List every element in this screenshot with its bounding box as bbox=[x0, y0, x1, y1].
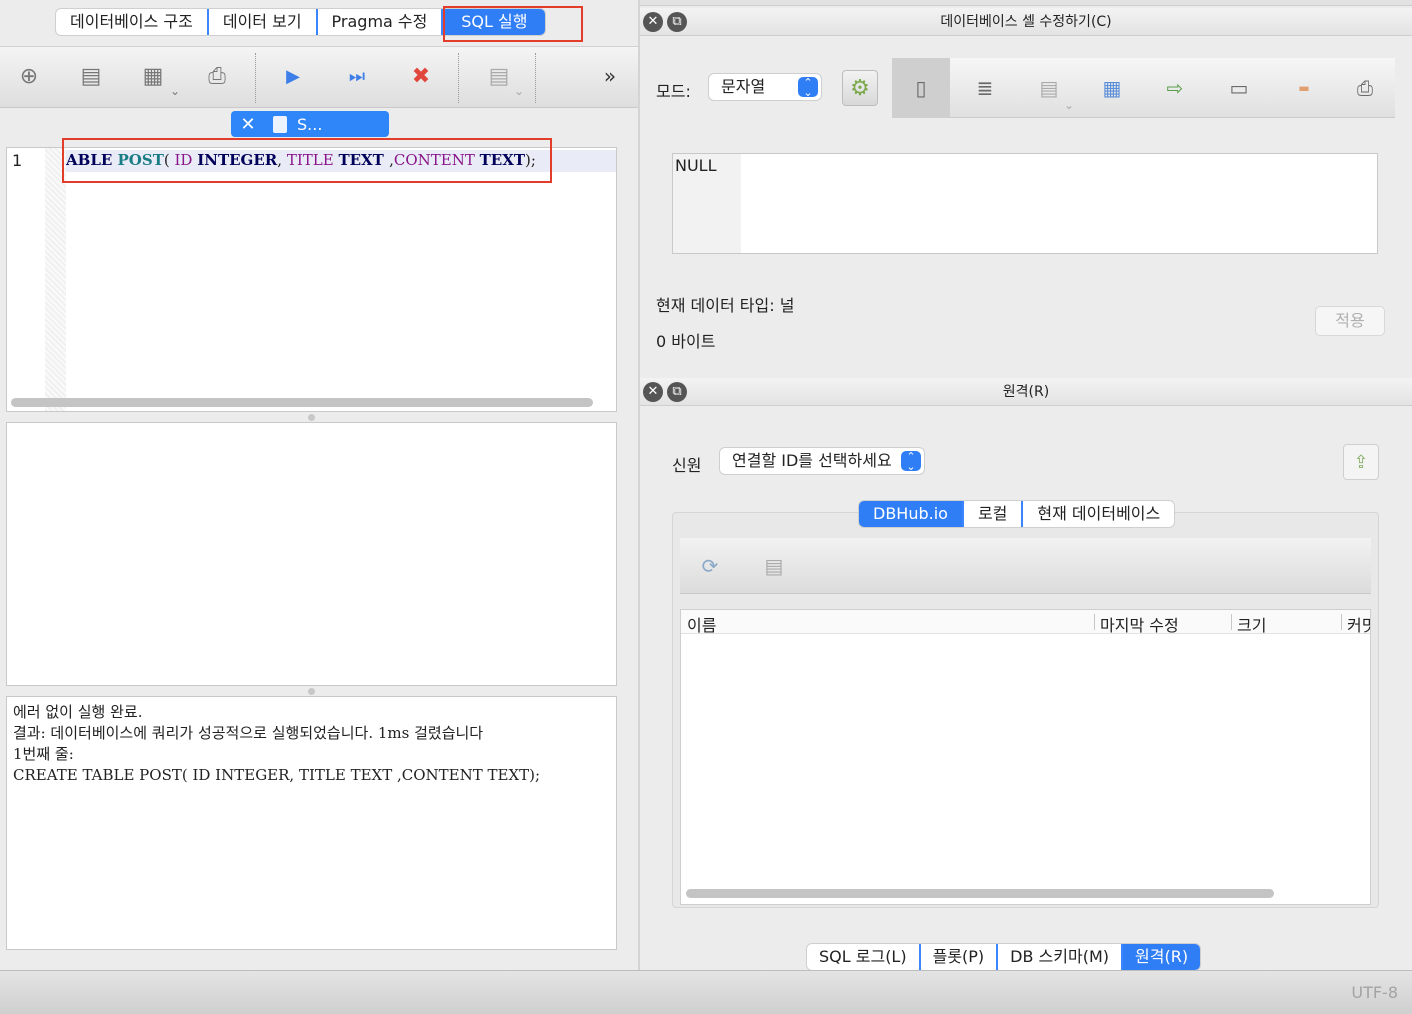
column-divider[interactable] bbox=[1231, 614, 1232, 630]
query-tab-label: S... bbox=[297, 114, 323, 134]
status-bar: UTF-8 bbox=[0, 970, 1412, 1014]
set-null-icon[interactable]: ⇨ bbox=[1161, 74, 1189, 102]
cell-editor[interactable]: NULL bbox=[672, 153, 1378, 254]
execute-all-icon[interactable]: ▶ bbox=[278, 61, 308, 91]
dock-tabs: SQL 로그(L) 플롯(P) DB 스키마(M) 원격(R) bbox=[806, 943, 1202, 971]
auto-switch-mode-button[interactable]: ⚙ bbox=[842, 70, 878, 106]
toolbar-separator bbox=[255, 53, 256, 103]
refresh-icon[interactable]: ⟳ bbox=[696, 552, 724, 580]
export-icon[interactable]: ▦ bbox=[1098, 74, 1126, 102]
identity-label: 신원 bbox=[672, 456, 702, 475]
sql-toolbar: ⊕ ▤ ▦ ⌄ ⎙ ▶ ⏭ ✖ ▤ ⌄ » bbox=[0, 46, 638, 108]
editor-scrollbar[interactable] bbox=[11, 398, 593, 407]
close-icon[interactable]: ✕ bbox=[237, 114, 259, 135]
close-icon[interactable]: ✕ bbox=[643, 12, 663, 32]
float-icon[interactable]: ⧉ bbox=[667, 382, 687, 402]
indent-icon[interactable]: ≣ bbox=[971, 74, 999, 102]
table-header: 이름 마지막 수정 크기 커밋 bbox=[681, 610, 1370, 636]
float-icon[interactable]: ⧉ bbox=[667, 12, 687, 32]
remote-title-bar: ✕ ⧉ 원격(R) bbox=[640, 378, 1412, 406]
gear-icon: ⚙ bbox=[850, 75, 870, 101]
close-icon[interactable]: ✕ bbox=[643, 382, 663, 402]
line-number-gutter: 1 bbox=[7, 148, 45, 411]
cell-toolbar: ▯ ≣ ▤ ⌄ ▦ ⇨ ▭ ▬ ⎙ bbox=[892, 58, 1395, 118]
message-line: 에러 없이 실행 완료. bbox=[13, 703, 143, 721]
tab-remote[interactable]: 원격(R) bbox=[1123, 944, 1201, 970]
mode-label: 모드: bbox=[656, 82, 691, 101]
tab-db-structure[interactable]: 데이터베이스 구조 bbox=[56, 9, 209, 35]
remote-file-table[interactable]: 이름 마지막 수정 크기 커밋 bbox=[680, 609, 1371, 905]
tab-pragma[interactable]: Pragma 수정 bbox=[318, 9, 444, 35]
edit-cell-title: 데이터베이스 셀 수정하기(C) bbox=[940, 14, 1112, 30]
clear-icon[interactable]: ▬ bbox=[1290, 74, 1318, 102]
column-header-name[interactable]: 이름 bbox=[687, 612, 716, 636]
open-sql-icon[interactable]: ▤ bbox=[76, 61, 106, 91]
message-line: 1번째 줄: bbox=[13, 745, 74, 763]
sql-editor[interactable]: 1 ABLE POST( ID INTEGER, TITLE TEXT ,CON… bbox=[6, 147, 617, 412]
execute-line-icon[interactable]: ⏭ bbox=[342, 61, 372, 91]
message-line: CREATE TABLE POST( ID INTEGER, TITLE TEX… bbox=[13, 766, 541, 784]
print-icon[interactable]: ⎙ bbox=[1351, 74, 1379, 102]
text-mode-icon[interactable]: ▯ bbox=[907, 74, 935, 102]
print-icon[interactable]: ⎙ bbox=[202, 61, 232, 91]
tab-dbhub[interactable]: DBHub.io bbox=[859, 501, 964, 527]
left-pane: 데이터베이스 구조 데이터 보기 Pragma 수정 SQL 실행 ⊕ ▤ ▦ … bbox=[0, 0, 638, 970]
remote-toolbar: ⟳ ▤ bbox=[680, 538, 1371, 594]
line-number: 1 bbox=[12, 151, 23, 170]
tab-sql-log[interactable]: SQL 로그(L) bbox=[807, 944, 921, 970]
copy-icon[interactable]: ▭ bbox=[1225, 74, 1253, 102]
document-icon bbox=[273, 115, 287, 133]
stop-icon[interactable]: ✖ bbox=[406, 61, 436, 91]
toolbar-separator bbox=[458, 53, 459, 103]
data-size-label: 0 바이트 bbox=[656, 332, 716, 351]
open-tab-icon[interactable]: ⊕ bbox=[14, 61, 44, 91]
query-tab[interactable]: ✕ S... bbox=[231, 111, 389, 137]
remote-title: 원격(R) bbox=[1002, 384, 1050, 400]
column-header-size[interactable]: 크기 bbox=[1237, 612, 1266, 636]
tab-plot[interactable]: 플롯(P) bbox=[921, 944, 999, 970]
pane-divider[interactable] bbox=[638, 0, 640, 970]
cell-value: NULL bbox=[675, 156, 717, 175]
fold-margin bbox=[45, 148, 66, 411]
column-header-commit[interactable]: 커밋 bbox=[1347, 612, 1370, 636]
toolbar-separator bbox=[535, 53, 536, 103]
remote-source-tabs: DBHub.io 로컬 현재 데이터베이스 bbox=[858, 500, 1176, 528]
edit-cell-title-bar: ✕ ⧉ 데이터베이스 셀 수정하기(C) bbox=[640, 8, 1412, 36]
tab-local[interactable]: 로컬 bbox=[964, 501, 1024, 527]
highlight-box-code bbox=[62, 138, 552, 183]
message-line: 결과: 데이터베이스에 쿼리가 성공적으로 실행되었습니다. 1ms 걸렸습니다 bbox=[13, 724, 484, 742]
chevron-down-icon[interactable]: ⌄ bbox=[1055, 98, 1083, 112]
splitter-handle[interactable] bbox=[308, 414, 315, 421]
highlight-box-sql-tab bbox=[443, 6, 583, 42]
chevron-down-icon[interactable]: ⌄ bbox=[160, 84, 190, 98]
select-arrows-icon: ⌃ ⌄ bbox=[901, 451, 921, 472]
tab-current-database[interactable]: 현재 데이터베이스 bbox=[1023, 501, 1174, 527]
tab-browse-data[interactable]: 데이터 보기 bbox=[209, 9, 318, 35]
data-type-label: 현재 데이터 타입: 널 bbox=[656, 296, 795, 315]
mode-select[interactable]: 문자열 ⌃ ⌄ bbox=[708, 73, 822, 101]
results-grid[interactable] bbox=[6, 422, 617, 686]
identity-select[interactable]: 연결할 ID를 선택하세요 ⌃ ⌄ bbox=[719, 447, 925, 475]
remote-push-button[interactable]: ⇪ bbox=[1343, 444, 1379, 480]
splitter-handle[interactable] bbox=[308, 688, 315, 695]
column-divider[interactable] bbox=[1094, 614, 1095, 630]
push-database-icon: ⇪ bbox=[1353, 451, 1369, 473]
execution-message-pane: 에러 없이 실행 완료. 결과: 데이터베이스에 쿼리가 성공적으로 실행되었습… bbox=[6, 696, 617, 950]
column-divider[interactable] bbox=[1341, 614, 1342, 630]
encoding-indicator: UTF-8 bbox=[1351, 983, 1398, 1002]
apply-button[interactable]: 적용 bbox=[1315, 306, 1385, 336]
mode-select-value: 문자열 bbox=[721, 77, 766, 96]
table-scrollbar[interactable] bbox=[686, 889, 1274, 898]
more-icon[interactable]: » bbox=[595, 61, 625, 91]
column-header-last-modified[interactable]: 마지막 수정 bbox=[1100, 612, 1179, 636]
tab-db-schema[interactable]: DB 스키마(M) bbox=[998, 944, 1124, 970]
select-arrows-icon: ⌃ ⌄ bbox=[798, 77, 818, 98]
identity-select-value: 연결할 ID를 선택하세요 bbox=[732, 451, 892, 470]
chevron-down-icon[interactable]: ⌄ bbox=[504, 84, 534, 98]
clone-icon[interactable]: ▤ bbox=[760, 552, 788, 580]
